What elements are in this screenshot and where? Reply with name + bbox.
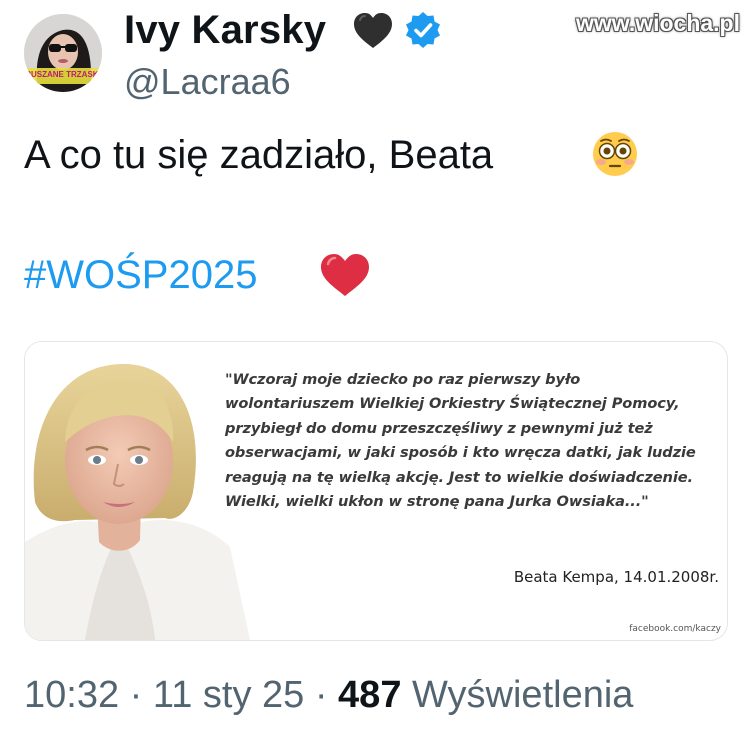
tweet-text: A co tu się zadziało, Beata xyxy=(24,133,494,177)
avatar-image: RUSZANE TRZASKI xyxy=(24,14,102,92)
flushed-face-icon xyxy=(590,129,640,179)
verified-badge-icon[interactable] xyxy=(402,10,444,52)
meta-separator: · xyxy=(314,674,328,716)
watermark: www.wiocha.pl xyxy=(576,10,740,36)
user-handle[interactable]: @Lacraa6 xyxy=(124,60,291,104)
tweet-meta: 10:32 · 11 sty 25 · 487 Wyświetlenia xyxy=(24,672,633,718)
quote-signature: Beata Kempa, 14.01.2008r. xyxy=(513,568,719,586)
tweet-date[interactable]: 11 sty 25 xyxy=(153,674,304,716)
quote-text: "Wczoraj moje dziecko po raz pierwszy by… xyxy=(225,371,696,511)
display-name[interactable]: Ivy Karsky xyxy=(124,6,326,54)
meta-separator: · xyxy=(129,674,143,716)
tweet-time[interactable]: 10:32 xyxy=(24,674,119,716)
tweet-media-image[interactable]: "Wczoraj moje dziecko po raz pierwszy by… xyxy=(24,341,728,641)
views-label[interactable]: Wyświetlenia xyxy=(412,674,633,716)
views-count[interactable]: 487 xyxy=(338,674,401,716)
avatar[interactable]: RUSZANE TRZASKI xyxy=(24,14,102,92)
black-heart-icon xyxy=(350,8,396,54)
hashtag-link[interactable]: #WOŚP2025 xyxy=(24,250,257,300)
avatar-badge-text: RUSZANE TRZASKI xyxy=(25,70,101,79)
quote-source: facebook.com/kaczy xyxy=(629,624,721,634)
red-heart-icon xyxy=(318,250,372,300)
